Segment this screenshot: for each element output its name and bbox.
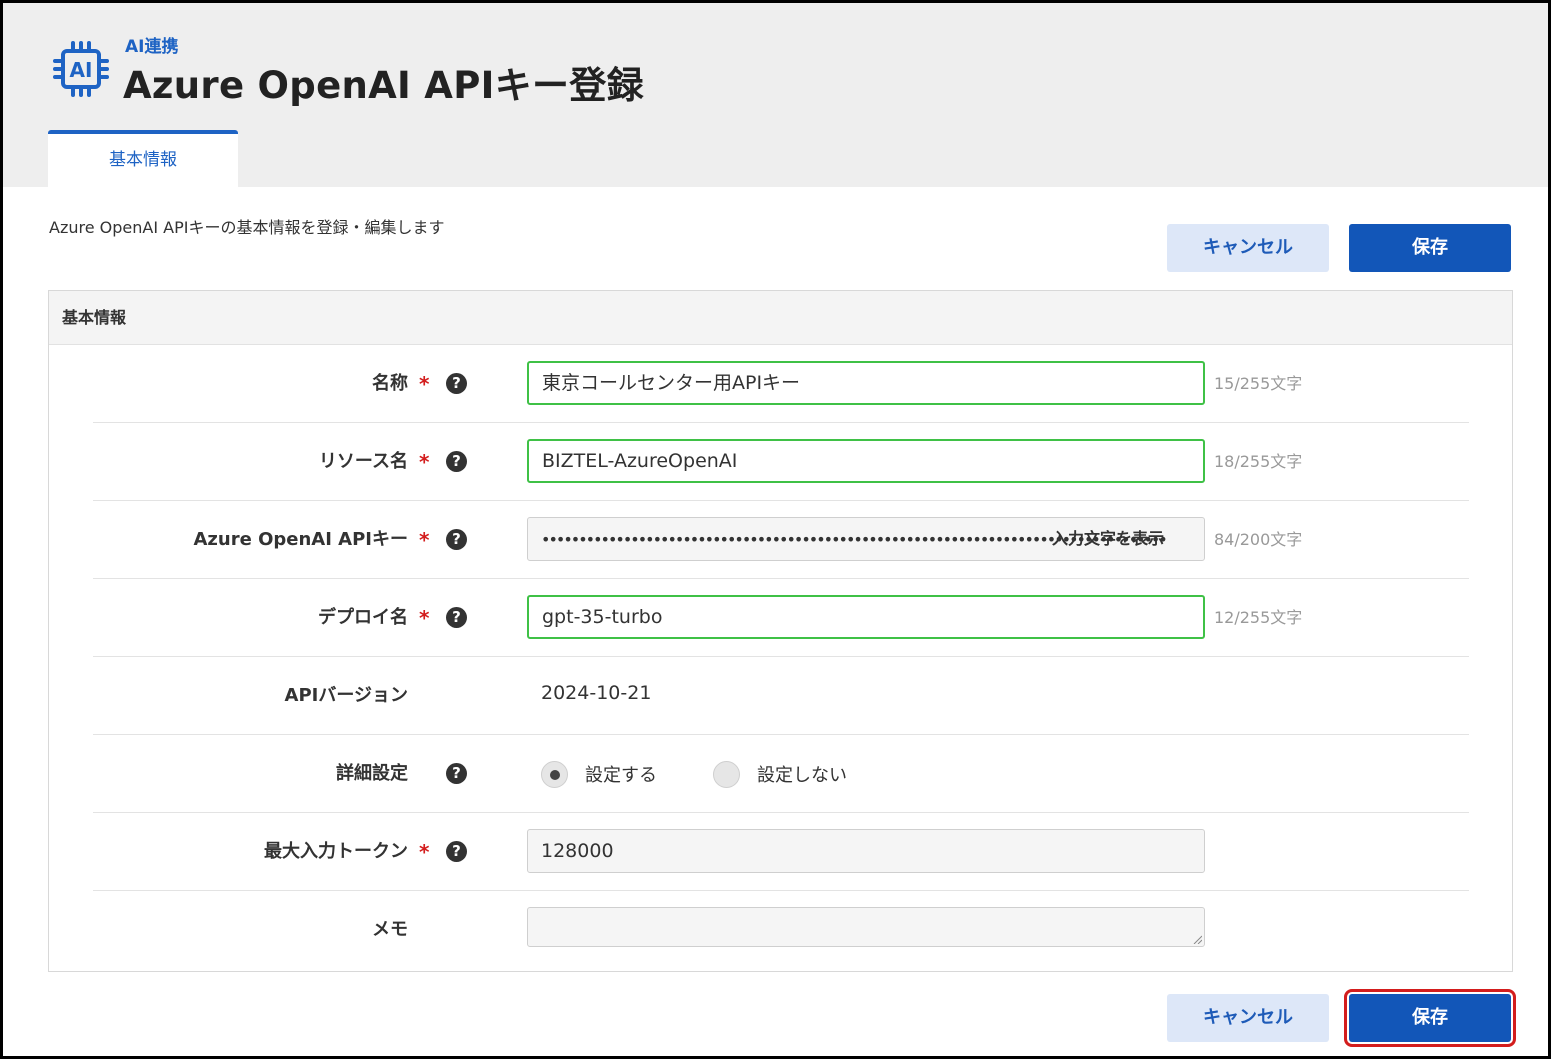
save-button-top[interactable]: 保存 — [1349, 224, 1511, 272]
api-version-value: 2024-10-21 — [541, 682, 652, 704]
page-header: AI AI連携 Azure OpenAI APIキー登録 基本情報 — [3, 3, 1548, 188]
required-mark: * — [419, 606, 430, 630]
help-icon[interactable]: ? — [446, 529, 467, 550]
max-tokens-input[interactable]: 128000 — [527, 829, 1205, 873]
help-icon[interactable]: ? — [446, 373, 467, 394]
deploy-name-input[interactable]: gpt-35-turbo — [527, 595, 1205, 639]
required-mark: * — [419, 528, 430, 552]
help-icon[interactable]: ? — [446, 841, 467, 862]
radio-option-disable[interactable]: 設定しない — [713, 760, 847, 788]
form-row-advanced: 詳細設定 ? 設定する 設定しない — [93, 735, 1469, 813]
form-row-apikey: Azure OpenAI APIキー * ? •••••••••••••••••… — [93, 501, 1469, 579]
form-row-memo: メモ — [93, 891, 1469, 969]
show-password-toggle[interactable]: 入力文字を表示 — [1052, 518, 1164, 560]
radio-button-unchecked[interactable] — [713, 760, 740, 788]
apikey-char-counter: 84/200文字 — [1214, 530, 1303, 549]
save-button-bottom[interactable]: 保存 — [1344, 989, 1516, 1047]
field-label-name: 名称 — [372, 373, 408, 394]
field-label-apikey: Azure OpenAI APIキー — [193, 529, 409, 550]
help-icon[interactable]: ? — [446, 763, 467, 784]
breadcrumb[interactable]: AI連携 — [125, 32, 178, 57]
field-label-resource: リソース名 — [318, 451, 408, 472]
basic-info-panel: 基本情報 名称 * ? 東京コールセンター用APIキー 15/255文字 リソー… — [48, 290, 1513, 972]
help-icon[interactable]: ? — [446, 451, 467, 472]
tab-basic-info[interactable]: 基本情報 — [48, 130, 238, 188]
deploy-char-counter: 12/255文字 — [1214, 608, 1303, 627]
required-mark: * — [419, 372, 430, 396]
form-row-maxtokens: 最大入力トークン * ? 128000 — [93, 813, 1469, 891]
field-label-deploy: デプロイ名 — [318, 607, 408, 628]
ai-chip-icon: AI — [53, 41, 109, 97]
required-mark: * — [419, 840, 430, 864]
form-row-deploy: デプロイ名 * ? gpt-35-turbo 12/255文字 — [93, 579, 1469, 657]
field-label-apiversion: APIバージョン — [284, 685, 408, 706]
svg-text:AI: AI — [70, 58, 93, 82]
cancel-button-top[interactable]: キャンセル — [1167, 224, 1329, 272]
field-label-maxtokens: 最大入力トークン — [264, 841, 408, 862]
form-row-name: 名称 * ? 東京コールセンター用APIキー 15/255文字 — [93, 345, 1469, 423]
advanced-radio-group: 設定する 設定しない — [541, 735, 903, 813]
page-title: Azure OpenAI APIキー登録 — [123, 64, 644, 107]
name-input[interactable]: 東京コールセンター用APIキー — [527, 361, 1205, 405]
required-mark: * — [419, 450, 430, 474]
name-char-counter: 15/255文字 — [1214, 374, 1303, 393]
radio-label-disable: 設定しない — [757, 765, 847, 786]
cancel-button-bottom[interactable]: キャンセル — [1167, 994, 1329, 1042]
field-label-memo: メモ — [372, 919, 408, 940]
help-icon[interactable]: ? — [446, 607, 467, 628]
resize-handle-icon[interactable] — [1192, 934, 1202, 944]
resource-char-counter: 18/255文字 — [1214, 452, 1303, 471]
resource-name-input[interactable]: BIZTEL-AzureOpenAI — [527, 439, 1205, 483]
app-window: AI AI連携 Azure OpenAI APIキー登録 基本情報 Azure … — [0, 0, 1551, 1059]
radio-label-enable: 設定する — [585, 765, 657, 786]
form-row-apiversion: APIバージョン 2024-10-21 — [93, 657, 1469, 735]
api-key-input[interactable]: ••••••••••••••••••••••••••••••••••••••••… — [527, 517, 1205, 561]
radio-option-enable[interactable]: 設定する — [541, 760, 657, 788]
radio-button-checked[interactable] — [541, 760, 568, 788]
panel-title: 基本情報 — [49, 291, 1512, 345]
field-label-advanced: 詳細設定 — [336, 763, 408, 784]
page-description: Azure OpenAI APIキーの基本情報を登録・編集します — [49, 218, 445, 237]
form-row-resource: リソース名 * ? BIZTEL-AzureOpenAI 18/255文字 — [93, 423, 1469, 501]
memo-textarea[interactable] — [527, 907, 1205, 947]
